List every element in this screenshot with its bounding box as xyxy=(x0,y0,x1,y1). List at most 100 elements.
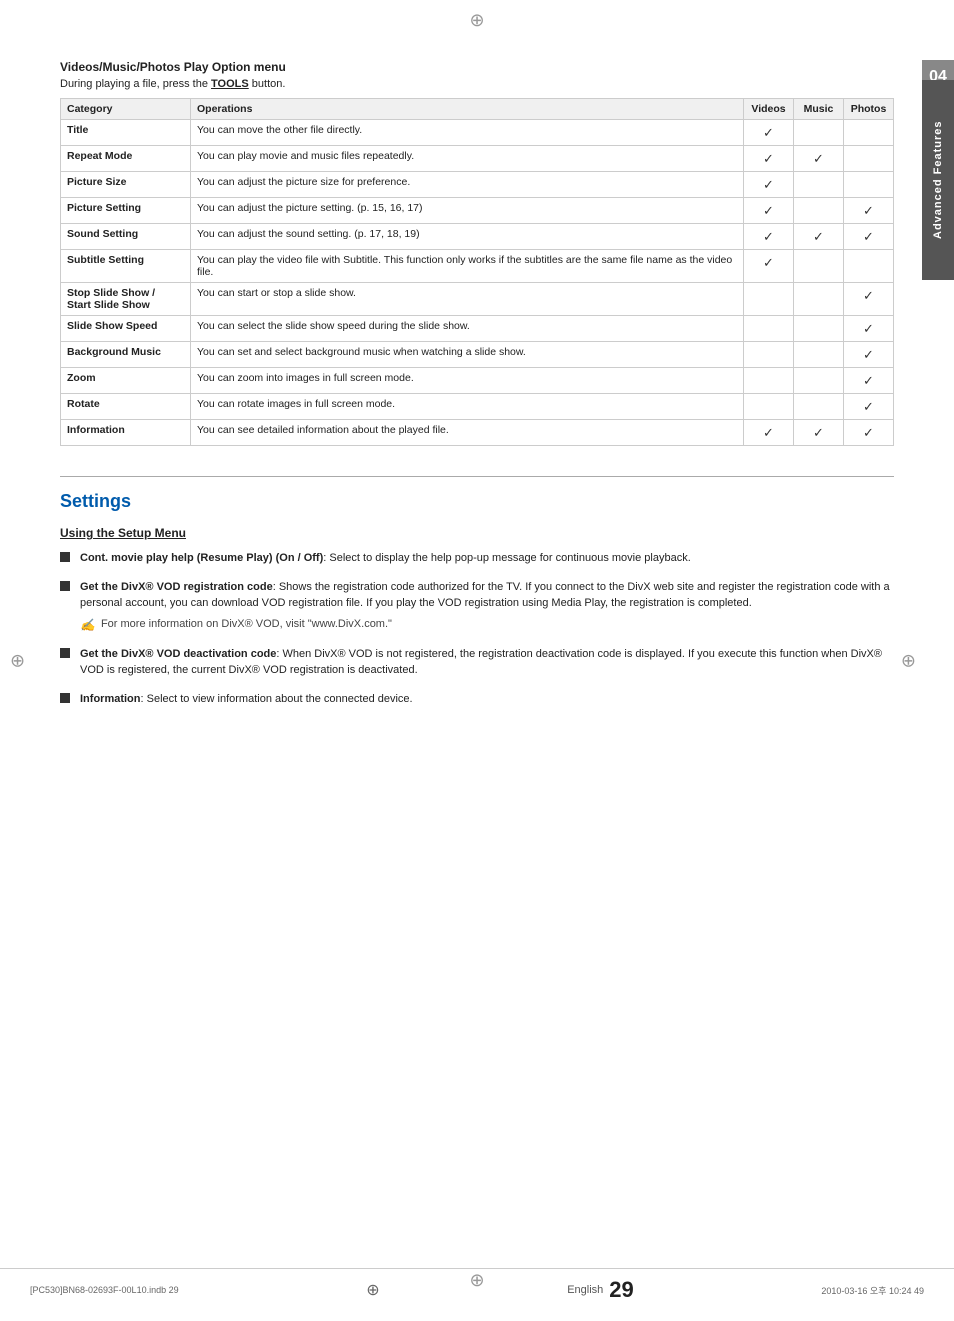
table-cell-videos: ✓ xyxy=(744,172,794,198)
table-cell-category: Information xyxy=(61,420,191,446)
list-item: Get the DivX® VOD registration code: Sho… xyxy=(60,579,894,634)
table-cell-music xyxy=(794,172,844,198)
subsection-title: Using the Setup Menu xyxy=(60,526,894,540)
table-cell-category: Picture Size xyxy=(61,172,191,198)
table-cell-category: Stop Slide Show / Start Slide Show xyxy=(61,283,191,316)
table-row: Background MusicYou can set and select b… xyxy=(61,342,894,368)
footer-circle-icon: ⊕ xyxy=(366,1280,379,1300)
right-crosshair: ⊕ xyxy=(901,650,916,671)
table-row: InformationYou can see detailed informat… xyxy=(61,420,894,446)
header-photos: Photos xyxy=(844,99,894,120)
note-icon: ✍ xyxy=(80,616,95,634)
table-cell-music: ✓ xyxy=(794,420,844,446)
table-cell-music: ✓ xyxy=(794,146,844,172)
tools-keyword: TOOLS xyxy=(211,78,249,90)
top-crosshair: ⊕ xyxy=(469,10,484,31)
footer-left: [PC530]BN68-02693F-00L10.indb 29 xyxy=(30,1285,179,1295)
table-cell-operations: You can zoom into images in full screen … xyxy=(191,368,744,394)
header-category: Category xyxy=(61,99,191,120)
chapter-tab: Advanced Features xyxy=(922,80,954,280)
table-cell-operations: You can set and select background music … xyxy=(191,342,744,368)
table-row: TitleYou can move the other file directl… xyxy=(61,120,894,146)
checkmark-icon: ✓ xyxy=(863,288,874,303)
table-cell-category: Zoom xyxy=(61,368,191,394)
page-container: ⊕ ⊕ ⊕ 04 Advanced Features Videos/Music/… xyxy=(0,0,954,1321)
chapter-tab-label: Advanced Features xyxy=(932,121,944,239)
checkmark-icon: ✓ xyxy=(863,321,874,336)
table-cell-photos: ✓ xyxy=(844,420,894,446)
checkmark-icon: ✓ xyxy=(863,425,874,440)
table-cell-videos: ✓ xyxy=(744,120,794,146)
table-row: Subtitle SettingYou can play the video f… xyxy=(61,250,894,283)
bullet-icon xyxy=(60,648,70,658)
table-cell-videos: ✓ xyxy=(744,250,794,283)
table-cell-videos xyxy=(744,368,794,394)
table-cell-photos: ✓ xyxy=(844,198,894,224)
table-cell-photos: ✓ xyxy=(844,316,894,342)
table-cell-photos xyxy=(844,146,894,172)
table-cell-videos xyxy=(744,283,794,316)
table-row: Repeat ModeYou can play movie and music … xyxy=(61,146,894,172)
table-cell-photos xyxy=(844,172,894,198)
table-row: RotateYou can rotate images in full scre… xyxy=(61,394,894,420)
checkmark-icon: ✓ xyxy=(863,399,874,414)
table-cell-category: Rotate xyxy=(61,394,191,420)
note-text: For more information on DivX® VOD, visit… xyxy=(101,616,392,633)
checkmark-icon: ✓ xyxy=(763,229,774,244)
table-cell-category: Picture Setting xyxy=(61,198,191,224)
table-cell-operations: You can rotate images in full screen mod… xyxy=(191,394,744,420)
table-cell-music xyxy=(794,120,844,146)
bullet-text: Information: Select to view information … xyxy=(80,691,894,708)
bullet-term: Get the DivX® VOD deactivation code xyxy=(80,648,276,660)
table-cell-photos: ✓ xyxy=(844,283,894,316)
table-cell-music: ✓ xyxy=(794,224,844,250)
table-cell-videos: ✓ xyxy=(744,146,794,172)
table-cell-photos xyxy=(844,250,894,283)
checkmark-icon: ✓ xyxy=(763,255,774,270)
bullet-text: Cont. movie play help (Resume Play) (On … xyxy=(80,550,894,567)
table-cell-music xyxy=(794,394,844,420)
table-cell-operations: You can select the slide show speed duri… xyxy=(191,316,744,342)
table-cell-videos xyxy=(744,342,794,368)
checkmark-icon: ✓ xyxy=(763,151,774,166)
table-cell-operations: You can play the video file with Subtitl… xyxy=(191,250,744,283)
bullet-icon xyxy=(60,552,70,562)
language-label: English xyxy=(567,1284,603,1296)
checkmark-icon: ✓ xyxy=(863,229,874,244)
bullet-description: : Select to view information about the c… xyxy=(141,693,413,705)
bullet-term: Get the DivX® VOD registration code xyxy=(80,581,273,593)
checkmark-icon: ✓ xyxy=(763,203,774,218)
table-cell-photos xyxy=(844,120,894,146)
bullet-text: Get the DivX® VOD registration code: Sho… xyxy=(80,579,894,634)
checkmark-icon: ✓ xyxy=(863,347,874,362)
table-cell-photos: ✓ xyxy=(844,394,894,420)
subtitle-prefix: During playing a file, press the xyxy=(60,78,211,90)
header-music: Music xyxy=(794,99,844,120)
table-cell-photos: ✓ xyxy=(844,368,894,394)
table-cell-videos xyxy=(744,394,794,420)
table-row: Sound SettingYou can adjust the sound se… xyxy=(61,224,894,250)
bullet-icon xyxy=(60,581,70,591)
table-row: Picture SizeYou can adjust the picture s… xyxy=(61,172,894,198)
settings-bullet-list: Cont. movie play help (Resume Play) (On … xyxy=(60,550,894,707)
table-cell-operations: You can adjust the picture size for pref… xyxy=(191,172,744,198)
table-cell-operations: You can adjust the picture setting. (p. … xyxy=(191,198,744,224)
settings-heading: Settings xyxy=(60,491,894,512)
table-cell-music xyxy=(794,342,844,368)
checkmark-icon: ✓ xyxy=(763,425,774,440)
table-cell-category: Slide Show Speed xyxy=(61,316,191,342)
table-cell-operations: You can play movie and music files repea… xyxy=(191,146,744,172)
table-cell-videos: ✓ xyxy=(744,198,794,224)
left-crosshair: ⊕ xyxy=(10,650,25,671)
subtitle-suffix: button. xyxy=(249,78,286,90)
checkmark-icon: ✓ xyxy=(863,203,874,218)
table-cell-operations: You can see detailed information about t… xyxy=(191,420,744,446)
settings-section: Settings Using the Setup Menu Cont. movi… xyxy=(60,476,894,707)
table-cell-operations: You can move the other file directly. xyxy=(191,120,744,146)
play-options-table: Category Operations Videos Music Photos … xyxy=(60,98,894,446)
list-item: Get the DivX® VOD deactivation code: Whe… xyxy=(60,646,894,679)
section-subtitle: During playing a file, press the TOOLS b… xyxy=(60,78,894,90)
checkmark-icon: ✓ xyxy=(763,177,774,192)
bullet-text: Get the DivX® VOD deactivation code: Whe… xyxy=(80,646,894,679)
table-cell-music xyxy=(794,316,844,342)
